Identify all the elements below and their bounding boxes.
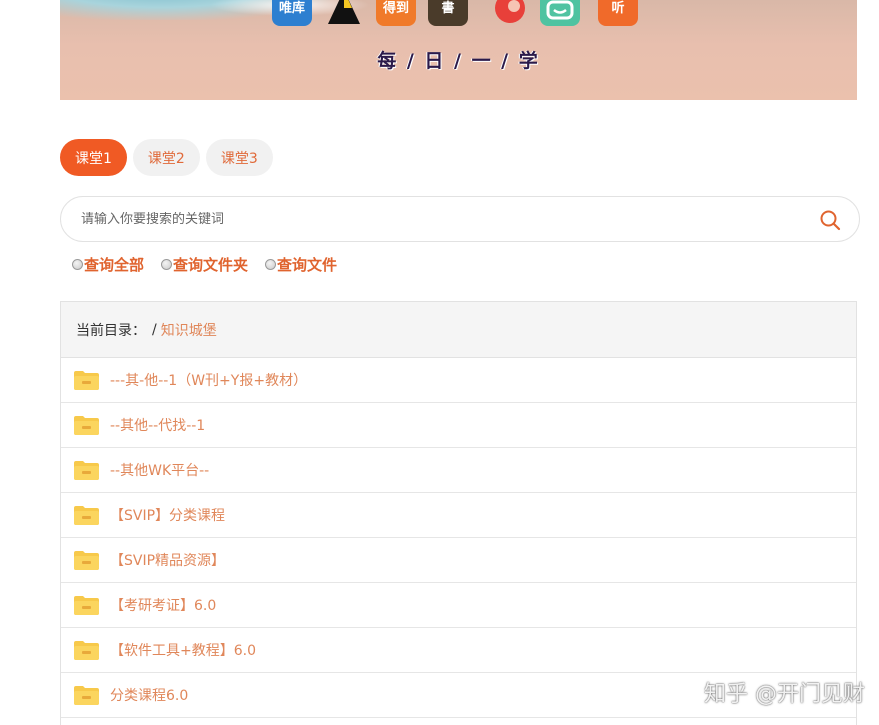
folder-name[interactable]: --其他WK平台-- <box>110 460 209 480</box>
banner-motto: 每 / 日 / 一 / 学 <box>377 50 540 72</box>
weiku-app-icon: 唯库 <box>272 0 312 26</box>
classroom-tabs: 课堂1 课堂2 课堂3 <box>60 139 273 176</box>
watermark: 知乎 @开门见财 <box>704 682 865 707</box>
app-icon-text: 書 <box>441 0 455 16</box>
folder-row[interactable]: --其他--代找--1 <box>61 403 856 448</box>
folder-name[interactable]: --其他--代找--1 <box>110 415 205 435</box>
folder-list: ---其-他--1（W刊+Y报+教材） --其他--代找--1 --其他WK平台--… <box>61 358 856 718</box>
radio-button[interactable] <box>161 259 173 270</box>
book-app-icon: 書 <box>428 0 468 26</box>
folder-icon <box>74 640 99 660</box>
radio-button[interactable] <box>72 259 83 270</box>
filter-files-label: 查询文件 <box>277 256 338 274</box>
banner: 唯库 得到 書 听 每 / 日 / 一 / 学 <box>60 0 857 100</box>
folder-icon <box>74 550 99 570</box>
folder-row[interactable]: 【软件工具+教程】6.0 <box>61 628 856 673</box>
app-icon-text: 唯库 <box>278 0 305 16</box>
folder-icon <box>74 595 99 615</box>
directory-panel: 当前目录： / 知识城堡 ---其-他--1（W刊+Y报+教材） --其他--代找… <box>60 301 857 725</box>
tab-classroom-1[interactable]: 课堂1 <box>60 139 127 176</box>
triangle-app-icon <box>324 0 364 26</box>
app-icon-text: 得到 <box>382 0 409 16</box>
dedao-app-icon: 得到 <box>376 0 416 26</box>
filter-folders-label: 查询文件夹 <box>173 256 249 274</box>
folder-name[interactable]: ---其-他--1（W刊+Y报+教材） <box>110 370 307 390</box>
filter-folders-radio[interactable]: 查询文件夹 <box>161 254 248 275</box>
filter-all-radio[interactable]: 查询全部 <box>72 254 144 275</box>
search-bar <box>60 196 860 242</box>
folder-icon <box>74 415 99 435</box>
breadcrumb-current-folder[interactable]: 知识城堡 <box>161 320 217 340</box>
tab-classroom-2[interactable]: 课堂2 <box>132 139 200 176</box>
folder-row[interactable]: 【考研考证】6.0 <box>61 583 856 628</box>
search-filter-group: 查询全部 查询文件夹 查询文件 <box>72 254 337 275</box>
folder-icon <box>74 460 99 480</box>
folder-icon <box>74 685 99 705</box>
red-circle-app-icon <box>490 0 530 26</box>
folder-name[interactable]: 【考研考证】6.0 <box>110 595 216 615</box>
listen-app-icon: 听 <box>598 0 638 26</box>
search-icon[interactable] <box>819 209 841 231</box>
filter-all-label: 查询全部 <box>84 256 145 274</box>
folder-row[interactable]: --其他WK平台-- <box>61 448 856 493</box>
folder-row[interactable]: ---其-他--1（W刊+Y报+教材） <box>61 358 856 403</box>
folder-icon <box>74 370 99 390</box>
tab-classroom-3[interactable]: 课堂3 <box>205 139 273 176</box>
folder-name[interactable]: 【SVIP】分类课程 <box>110 505 225 525</box>
folder-icon <box>74 505 99 525</box>
folder-row[interactable]: 【SVIP】分类课程 <box>61 493 856 538</box>
radio-button[interactable] <box>265 259 277 270</box>
folder-row[interactable]: 【SVIP精品资源】 <box>61 538 856 583</box>
folder-name[interactable]: 【SVIP精品资源】 <box>110 550 225 570</box>
green-chat-app-icon <box>540 0 580 26</box>
folder-name[interactable]: 【软件工具+教程】6.0 <box>110 640 256 660</box>
filter-files-radio[interactable]: 查询文件 <box>265 254 337 275</box>
breadcrumb-prefix: 当前目录： <box>76 322 146 339</box>
breadcrumb: 当前目录： / 知识城堡 <box>61 302 856 358</box>
app-icon-text: 听 <box>611 0 625 16</box>
search-input[interactable] <box>81 211 781 227</box>
breadcrumb-separator: / <box>152 321 157 338</box>
folder-name[interactable]: 分类课程6.0 <box>110 685 188 705</box>
